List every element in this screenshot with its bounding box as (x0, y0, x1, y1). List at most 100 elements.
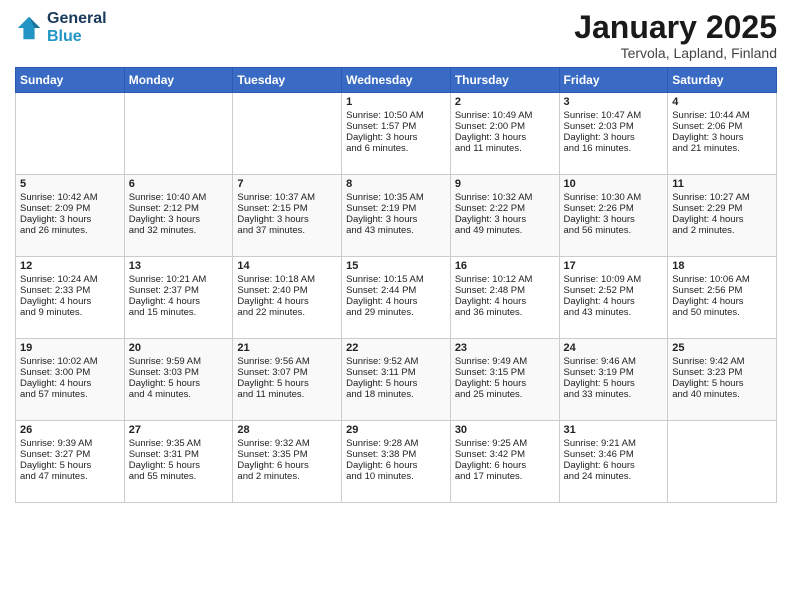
cell-content: and 6 minutes. (346, 143, 446, 154)
cell-content: Daylight: 4 hours (346, 296, 446, 307)
cell-content: and 2 minutes. (672, 225, 772, 236)
cell-content: Sunset: 2:56 PM (672, 285, 772, 296)
cell-content: and 36 minutes. (455, 307, 555, 318)
cell-content: Sunset: 2:33 PM (20, 285, 120, 296)
cell-content: Daylight: 3 hours (20, 214, 120, 225)
cell-content: Daylight: 5 hours (20, 460, 120, 471)
cell-content: Daylight: 6 hours (346, 460, 446, 471)
cell-content: Sunrise: 9:39 AM (20, 438, 120, 449)
day-number: 23 (455, 342, 555, 354)
day-number: 31 (564, 424, 664, 436)
cell-content: Sunset: 2:48 PM (455, 285, 555, 296)
day-number: 27 (129, 424, 229, 436)
cell-content: and 24 minutes. (564, 471, 664, 482)
cell-content: and 9 minutes. (20, 307, 120, 318)
cell-w3-d4: 16Sunrise: 10:12 AMSunset: 2:48 PMDaylig… (450, 257, 559, 339)
cell-content: and 18 minutes. (346, 389, 446, 400)
logo-text: General Blue (47, 10, 107, 46)
cell-content: Daylight: 5 hours (564, 378, 664, 389)
cell-content: Sunset: 2:06 PM (672, 121, 772, 132)
cell-w3-d2: 14Sunrise: 10:18 AMSunset: 2:40 PMDaylig… (233, 257, 342, 339)
cell-w5-d0: 26Sunrise: 9:39 AMSunset: 3:27 PMDayligh… (16, 421, 125, 503)
cell-w3-d5: 17Sunrise: 10:09 AMSunset: 2:52 PMDaylig… (559, 257, 668, 339)
cell-content: Daylight: 3 hours (237, 214, 337, 225)
cell-content: Daylight: 4 hours (672, 214, 772, 225)
cell-w5-d1: 27Sunrise: 9:35 AMSunset: 3:31 PMDayligh… (124, 421, 233, 503)
cell-content: Sunrise: 10:42 AM (20, 192, 120, 203)
cell-w3-d3: 15Sunrise: 10:15 AMSunset: 2:44 PMDaylig… (342, 257, 451, 339)
cell-content: Sunrise: 10:44 AM (672, 110, 772, 121)
cell-content: Sunset: 2:22 PM (455, 203, 555, 214)
cell-content: Sunset: 2:15 PM (237, 203, 337, 214)
day-number: 5 (20, 178, 120, 190)
day-number: 13 (129, 260, 229, 272)
day-number: 2 (455, 96, 555, 108)
cell-content: Sunset: 3:46 PM (564, 449, 664, 460)
cell-content: Sunrise: 9:35 AM (129, 438, 229, 449)
cell-content: Daylight: 5 hours (672, 378, 772, 389)
day-number: 10 (564, 178, 664, 190)
header: General Blue January 2025 Tervola, Lapla… (15, 10, 777, 61)
cell-w2-d1: 6Sunrise: 10:40 AMSunset: 2:12 PMDayligh… (124, 175, 233, 257)
cell-w4-d0: 19Sunrise: 10:02 AMSunset: 3:00 PMDaylig… (16, 339, 125, 421)
cell-content: and 16 minutes. (564, 143, 664, 154)
day-number: 22 (346, 342, 446, 354)
cell-content: Sunrise: 10:40 AM (129, 192, 229, 203)
cell-content: Daylight: 4 hours (129, 296, 229, 307)
cell-content: and 21 minutes. (672, 143, 772, 154)
day-number: 30 (455, 424, 555, 436)
cell-w2-d5: 10Sunrise: 10:30 AMSunset: 2:26 PMDaylig… (559, 175, 668, 257)
cell-content: and 50 minutes. (672, 307, 772, 318)
day-number: 25 (672, 342, 772, 354)
header-tuesday: Tuesday (233, 68, 342, 93)
cell-w1-d4: 2Sunrise: 10:49 AMSunset: 2:00 PMDayligh… (450, 93, 559, 175)
cell-w3-d6: 18Sunrise: 10:06 AMSunset: 2:56 PMDaylig… (668, 257, 777, 339)
cell-content: Daylight: 3 hours (564, 214, 664, 225)
cell-content: and 32 minutes. (129, 225, 229, 236)
cell-content: and 2 minutes. (237, 471, 337, 482)
cell-content: Sunset: 3:11 PM (346, 367, 446, 378)
cell-content: and 37 minutes. (237, 225, 337, 236)
cell-content: and 10 minutes. (346, 471, 446, 482)
cell-content: and 55 minutes. (129, 471, 229, 482)
cell-w3-d0: 12Sunrise: 10:24 AMSunset: 2:33 PMDaylig… (16, 257, 125, 339)
day-number: 14 (237, 260, 337, 272)
cell-content: Daylight: 5 hours (237, 378, 337, 389)
weekday-header-row: Sunday Monday Tuesday Wednesday Thursday… (16, 68, 777, 93)
cell-content: Daylight: 4 hours (237, 296, 337, 307)
cell-content: Daylight: 3 hours (346, 132, 446, 143)
cell-w5-d3: 29Sunrise: 9:28 AMSunset: 3:38 PMDayligh… (342, 421, 451, 503)
cell-content: Daylight: 3 hours (129, 214, 229, 225)
day-number: 15 (346, 260, 446, 272)
cell-content: and 43 minutes. (346, 225, 446, 236)
day-number: 21 (237, 342, 337, 354)
cell-content: Sunset: 3:35 PM (237, 449, 337, 460)
cell-w1-d0 (16, 93, 125, 175)
cell-content: Sunset: 3:07 PM (237, 367, 337, 378)
cell-content: Daylight: 5 hours (129, 378, 229, 389)
cell-content: Sunrise: 10:35 AM (346, 192, 446, 203)
cell-content: Sunset: 2:26 PM (564, 203, 664, 214)
cell-w4-d3: 22Sunrise: 9:52 AMSunset: 3:11 PMDayligh… (342, 339, 451, 421)
cell-content: and 47 minutes. (20, 471, 120, 482)
cell-content: Sunset: 2:37 PM (129, 285, 229, 296)
cell-content: Sunset: 2:29 PM (672, 203, 772, 214)
cell-content: Sunset: 3:03 PM (129, 367, 229, 378)
cell-w3-d1: 13Sunrise: 10:21 AMSunset: 2:37 PMDaylig… (124, 257, 233, 339)
cell-w1-d5: 3Sunrise: 10:47 AMSunset: 2:03 PMDayligh… (559, 93, 668, 175)
cell-content: Sunrise: 10:50 AM (346, 110, 446, 121)
cell-content: Sunrise: 9:56 AM (237, 356, 337, 367)
cell-content: Sunrise: 9:21 AM (564, 438, 664, 449)
cell-w2-d3: 8Sunrise: 10:35 AMSunset: 2:19 PMDayligh… (342, 175, 451, 257)
cell-content: Sunrise: 10:49 AM (455, 110, 555, 121)
cell-content: Sunrise: 10:24 AM (20, 274, 120, 285)
title-block: January 2025 Tervola, Lapland, Finland (574, 10, 777, 61)
cell-content: Sunset: 2:19 PM (346, 203, 446, 214)
day-number: 8 (346, 178, 446, 190)
cell-w5-d5: 31Sunrise: 9:21 AMSunset: 3:46 PMDayligh… (559, 421, 668, 503)
cell-w2-d2: 7Sunrise: 10:37 AMSunset: 2:15 PMDayligh… (233, 175, 342, 257)
cell-content: Sunrise: 9:32 AM (237, 438, 337, 449)
cell-w4-d2: 21 Sunrise: 9:56 AMSunset: 3:07 PMDayligh… (233, 339, 342, 421)
cell-content: Sunrise: 10:47 AM (564, 110, 664, 121)
cell-content: and 11 minutes. (237, 389, 337, 400)
